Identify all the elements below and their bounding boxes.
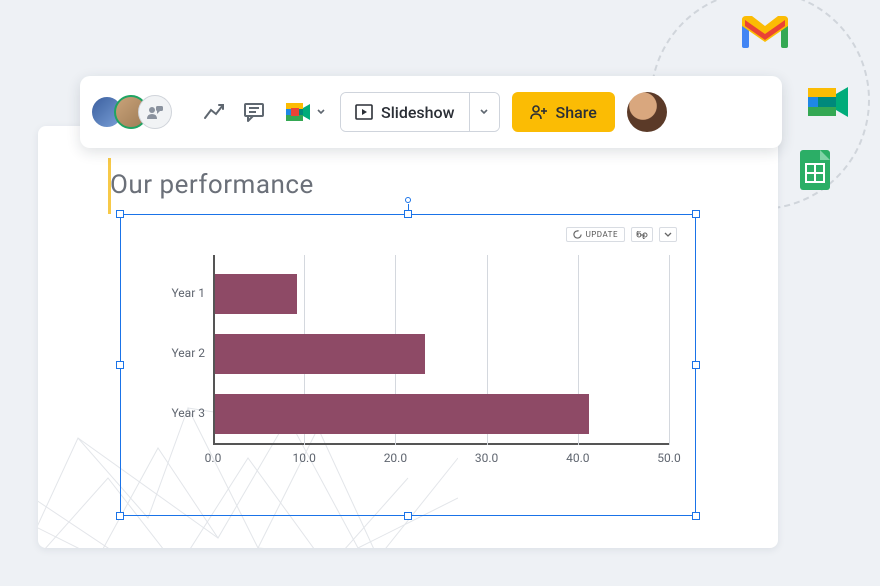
chevron-down-icon [479, 107, 489, 117]
account-avatar[interactable] [627, 92, 667, 132]
axis-x-tick-label: 20.0 [384, 451, 407, 465]
share-label: Share [556, 103, 597, 122]
chart-bar [215, 394, 589, 434]
slide-canvas[interactable]: Our performance UPDATE [38, 126, 778, 548]
meet-icon [808, 84, 850, 124]
chart-unlink-button[interactable] [631, 227, 653, 242]
slideshow-dropdown-button[interactable] [469, 93, 499, 131]
anonymous-avatar[interactable] [138, 95, 172, 129]
chart-update-button[interactable]: UPDATE [566, 227, 625, 242]
chart-bar [215, 334, 425, 374]
sheets-icon [800, 150, 830, 194]
slideshow-button[interactable]: Slideshow [341, 93, 469, 131]
axis-x [213, 443, 669, 445]
slideshow-label: Slideshow [381, 103, 455, 122]
chart-selection-frame[interactable]: UPDATE 0.0 10.0 20.0 30.0 40.0 50.0 Year 1 Year… [120, 214, 696, 516]
axis-y-tick-label: Year 3 [171, 406, 205, 420]
slide-title: Our performance [110, 170, 314, 200]
resize-handle-e[interactable] [692, 361, 700, 369]
rotate-handle[interactable] [405, 197, 411, 203]
axis-y-tick-label: Year 1 [171, 286, 205, 300]
trend-icon [203, 102, 225, 122]
resize-handle-n[interactable] [404, 210, 412, 218]
share-button[interactable]: Share [512, 92, 615, 132]
chart[interactable]: UPDATE 0.0 10.0 20.0 30.0 40.0 50.0 Year 1 Year… [135, 225, 683, 505]
resize-handle-ne[interactable] [692, 210, 700, 218]
axis-x-tick-label: 30.0 [475, 451, 498, 465]
chart-plot-area: 0.010.020.030.040.050.0Year 1Year 2Year … [213, 255, 669, 465]
gmail-icon [742, 16, 788, 54]
comment-icon [243, 102, 265, 122]
collaborator-avatars[interactable] [90, 95, 172, 129]
resize-handle-nw[interactable] [116, 210, 124, 218]
chart-bar [215, 274, 297, 314]
axis-x-tick-label: 10.0 [292, 451, 315, 465]
chevron-down-icon [664, 231, 672, 239]
resize-handle-se[interactable] [692, 512, 700, 520]
meet-icon [286, 101, 312, 123]
axis-x-tick-label: 50.0 [657, 451, 680, 465]
refresh-icon [573, 230, 582, 239]
axis-y-tick-label: Year 2 [171, 346, 205, 360]
axis-x-tick-label: 0.0 [205, 451, 222, 465]
present-meet-button[interactable] [280, 97, 328, 127]
slideshow-split-button: Slideshow [340, 92, 500, 132]
share-people-icon [530, 104, 548, 120]
person-speech-icon [146, 105, 164, 119]
comments-button[interactable] [240, 98, 268, 126]
chart-menu-button[interactable] [659, 227, 677, 242]
chart-update-label: UPDATE [586, 230, 618, 239]
activity-button[interactable] [200, 98, 228, 126]
present-to-all-icon [355, 104, 373, 120]
gridline [669, 255, 670, 445]
top-actions-bar: Slideshow Share [80, 76, 782, 148]
axis-x-tick-label: 40.0 [566, 451, 589, 465]
resize-handle-w[interactable] [116, 361, 124, 369]
chevron-down-icon [316, 107, 326, 117]
resize-handle-s[interactable] [404, 512, 412, 520]
link-icon [636, 231, 648, 239]
resize-handle-sw[interactable] [116, 512, 124, 520]
